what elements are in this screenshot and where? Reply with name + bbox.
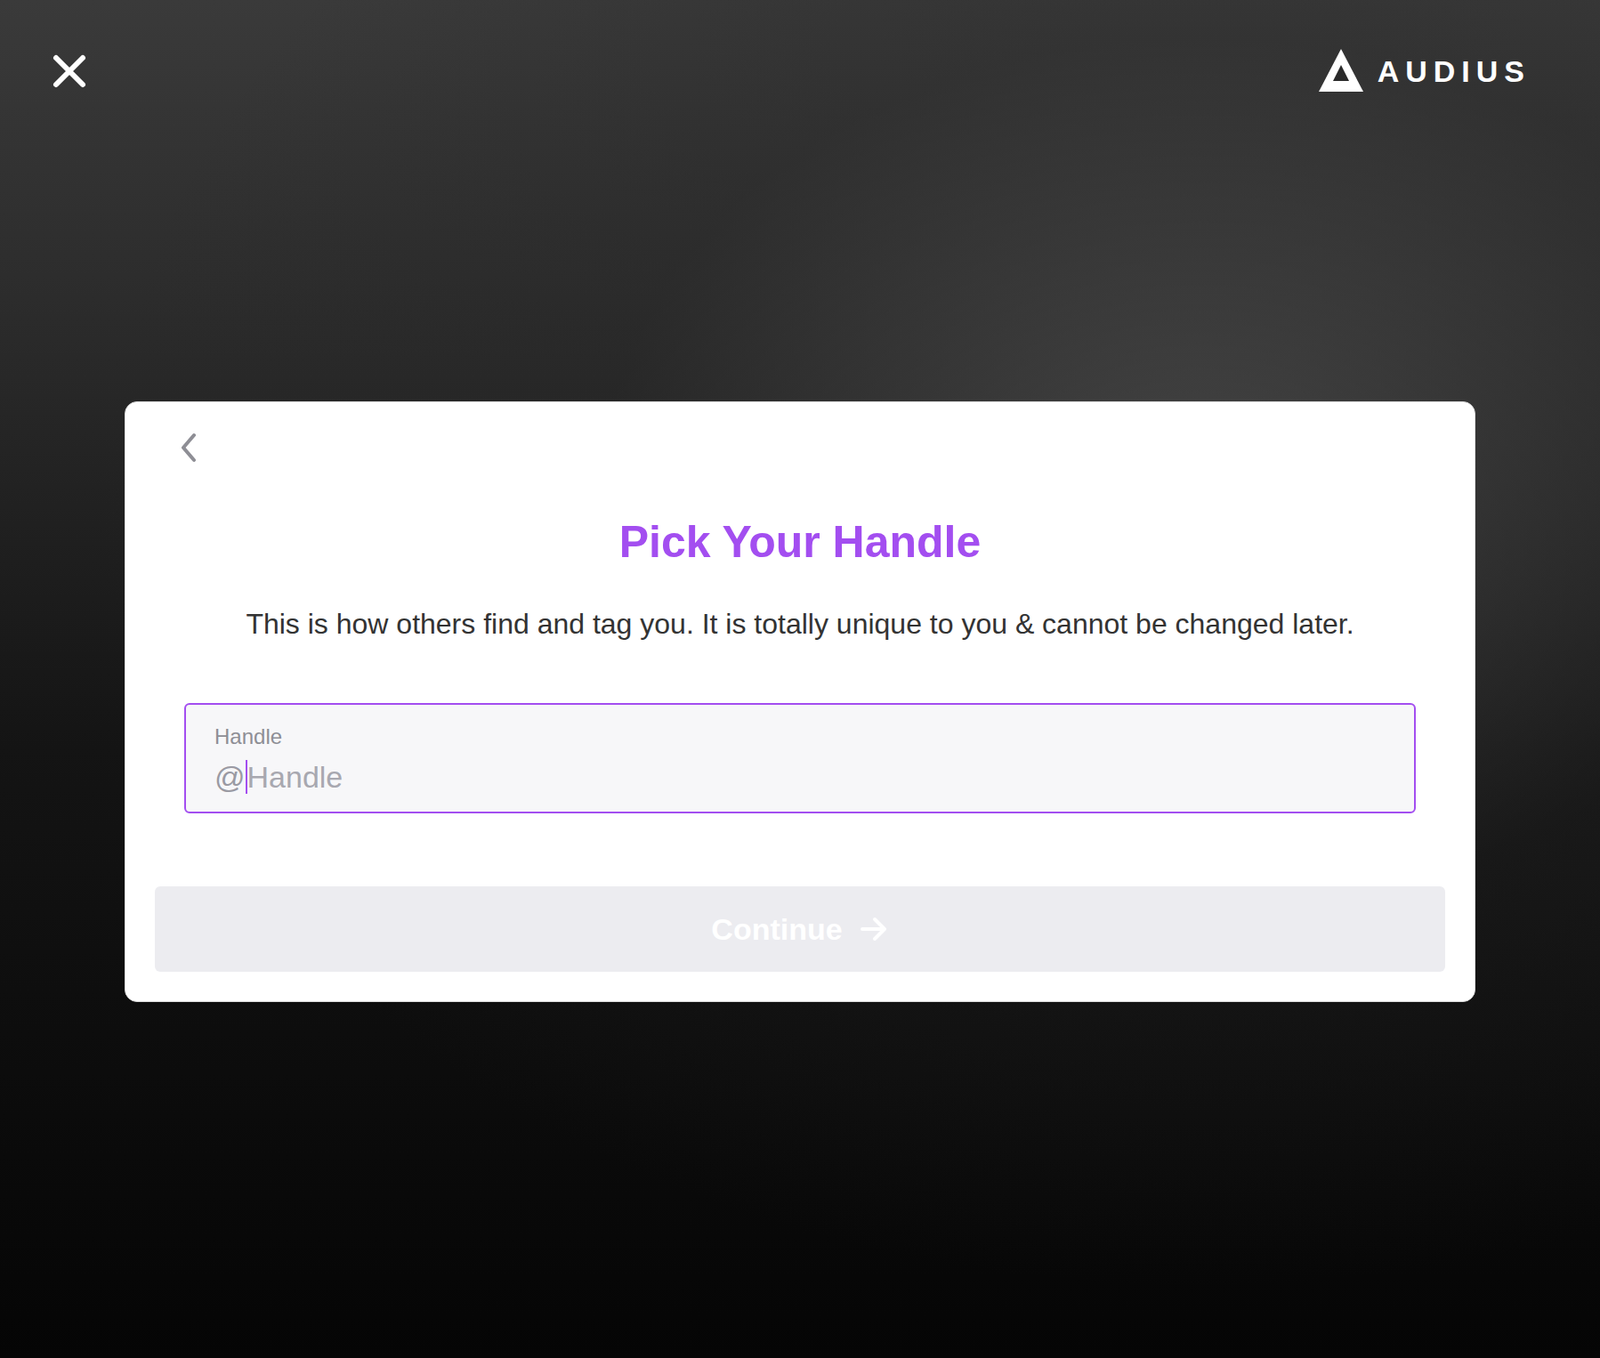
- back-button[interactable]: [172, 431, 205, 464]
- back-row: [154, 431, 1446, 464]
- top-bar: AUDIUS: [0, 0, 1600, 143]
- handle-field[interactable]: Handle @: [184, 703, 1416, 814]
- handle-input[interactable]: [247, 757, 1386, 797]
- arrow-right-icon: [858, 913, 889, 945]
- close-icon: [51, 53, 88, 89]
- signup-dialog: Pick Your Handle This is how others find …: [124, 401, 1476, 1003]
- audius-logo[interactable]: AUDIUS: [1317, 47, 1531, 96]
- handle-prefix: @: [214, 757, 246, 797]
- field-label: Handle: [214, 723, 1386, 751]
- dialog-description: This is how others find and tag you. It …: [245, 602, 1354, 646]
- dialog-title: Pick Your Handle: [154, 515, 1446, 569]
- close-button[interactable]: [49, 51, 89, 91]
- continue-button[interactable]: Continue: [154, 886, 1446, 972]
- audius-logo-icon: [1317, 47, 1366, 96]
- field-row: @: [214, 757, 1386, 797]
- continue-label: Continue: [711, 912, 842, 947]
- logo-text: AUDIUS: [1377, 54, 1531, 89]
- background-photo: AUDIUS Pick Your Handle This is how others…: [0, 0, 1600, 1358]
- chevron-left-icon: [177, 431, 200, 464]
